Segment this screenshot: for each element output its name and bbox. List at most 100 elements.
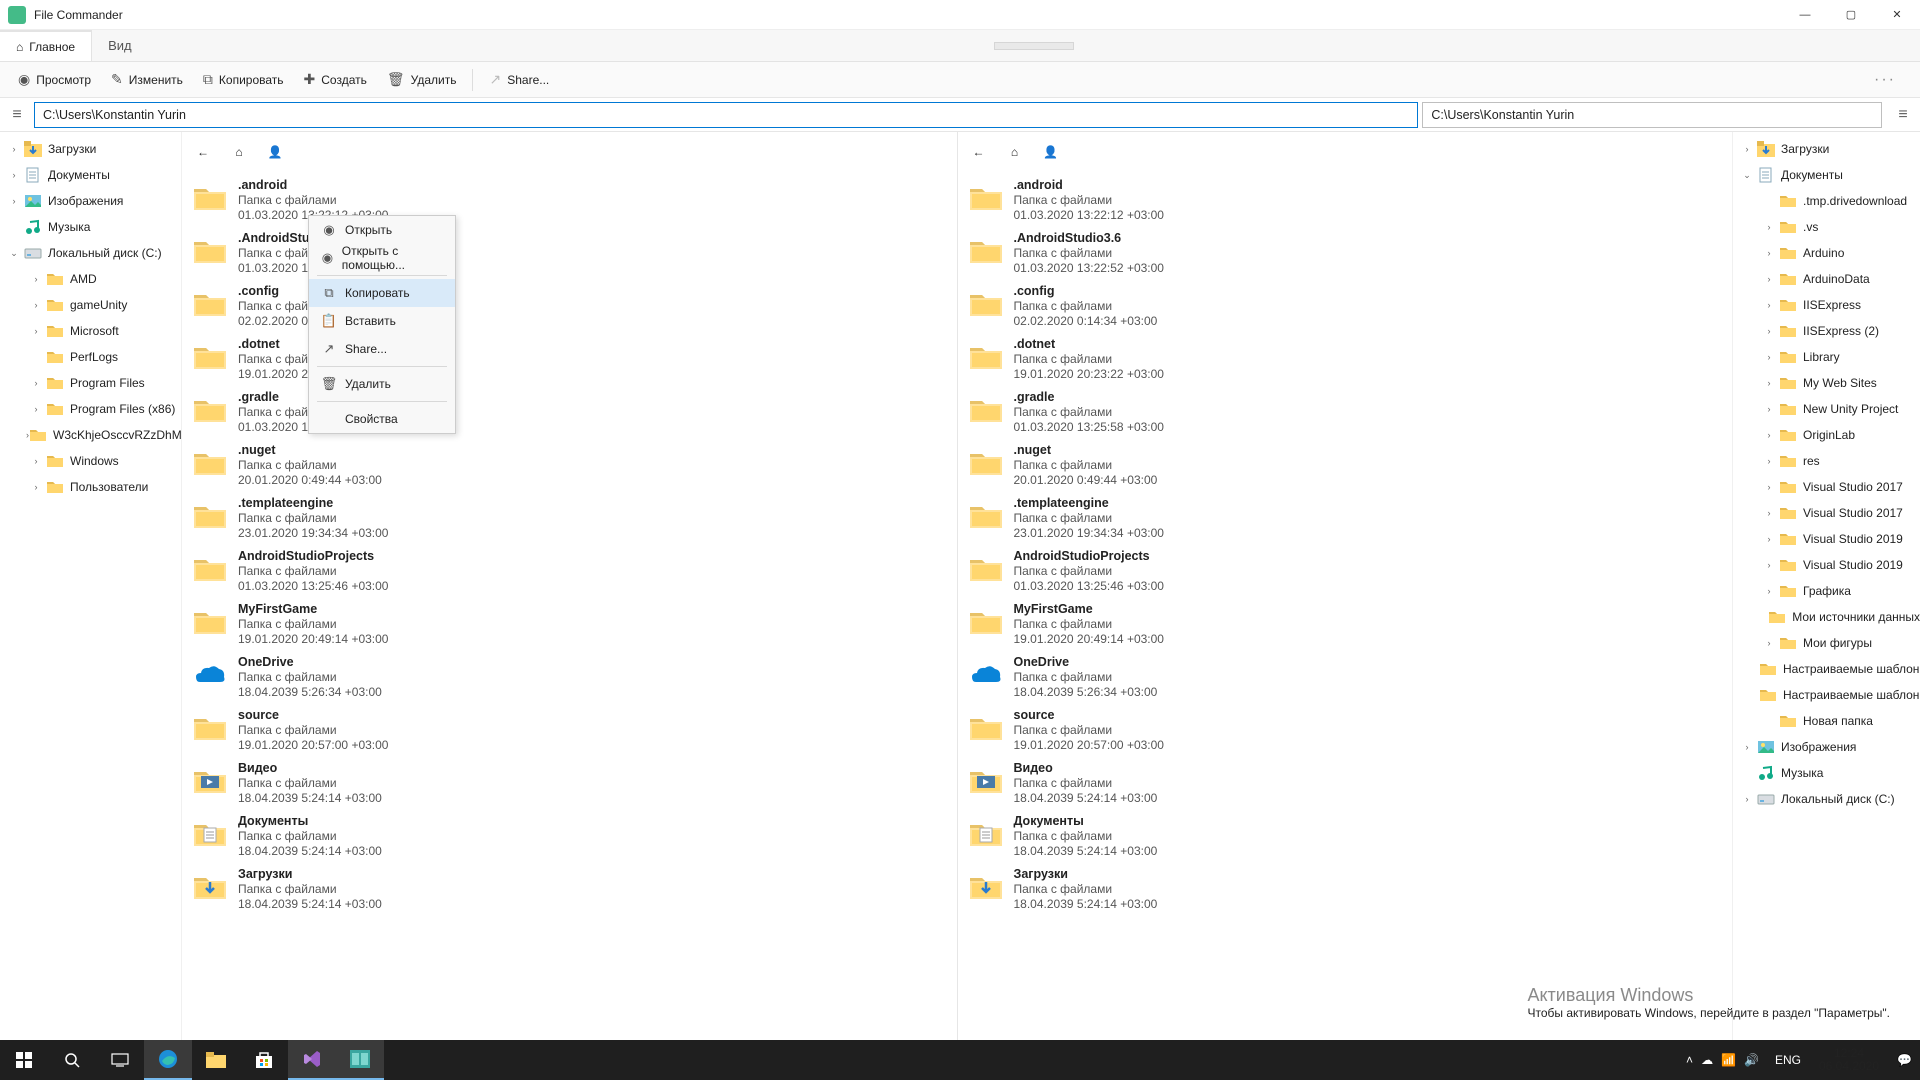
tray-clock[interactable]: 12:2406.04.2020 — [1809, 1047, 1889, 1073]
chevron-icon[interactable]: › — [1737, 794, 1757, 804]
tree-item[interactable]: Музыка — [0, 214, 181, 240]
chevron-icon[interactable]: › — [1759, 274, 1779, 284]
tree-item[interactable]: ›Изображения — [1733, 734, 1920, 760]
user-button[interactable]: 👤 — [1040, 145, 1062, 159]
chevron-icon[interactable]: › — [26, 274, 46, 284]
tree-item[interactable]: PerfLogs — [0, 344, 181, 370]
ctx-copy[interactable]: ⧉Копировать — [309, 279, 455, 307]
file-row[interactable]: AndroidStudioProjectsПапка с файлами01.0… — [188, 545, 951, 598]
tree-item[interactable]: ›Загрузки — [1733, 136, 1920, 162]
chevron-icon[interactable]: › — [1759, 482, 1779, 492]
file-row[interactable]: sourceПапка с файлами19.01.2020 20:57:00… — [188, 704, 951, 757]
file-row[interactable]: ДокументыПапка с файлами18.04.2039 5:24:… — [188, 810, 951, 863]
ctx-open[interactable]: ◉Открыть — [309, 216, 455, 244]
ctx-properties[interactable]: Свойства — [309, 405, 455, 433]
visualstudio-taskbar-icon[interactable] — [288, 1040, 336, 1080]
chevron-icon[interactable]: › — [1737, 144, 1757, 154]
tree-item[interactable]: Настраиваемые шаблоны — [1733, 682, 1920, 708]
ctx-open-with[interactable]: ◉Открыть с помощью... — [309, 244, 455, 272]
right-menu-button[interactable]: ≡ — [1886, 106, 1920, 124]
chevron-icon[interactable]: › — [1759, 560, 1779, 570]
back-button[interactable]: ← — [968, 145, 990, 159]
chevron-icon[interactable]: › — [1759, 378, 1779, 388]
home-button[interactable]: ⌂ — [1004, 145, 1026, 159]
explorer-taskbar-icon[interactable] — [192, 1040, 240, 1080]
file-row[interactable]: sourceПапка с файлами19.01.2020 20:57:00… — [964, 704, 1727, 757]
tree-item[interactable]: ›Пользователи — [0, 474, 181, 500]
tree-item[interactable]: ›OriginLab — [1733, 422, 1920, 448]
file-row[interactable]: ЗагрузкиПапка с файлами18.04.2039 5:24:1… — [188, 863, 951, 916]
chevron-icon[interactable]: › — [26, 378, 46, 388]
ctx-paste[interactable]: 📋Вставить — [309, 307, 455, 335]
tray-wifi-icon[interactable]: 📶 — [1721, 1053, 1736, 1067]
file-row[interactable]: .dotnetПапка с файлами19.01.2020 20:23:2… — [188, 333, 951, 386]
tab-home[interactable]: ⌂Главное — [0, 30, 92, 61]
file-row[interactable]: .gradleПапка с файлами01.03.2020 13:25:5… — [188, 386, 951, 439]
grip-handle[interactable] — [994, 42, 1074, 50]
tree-item[interactable]: ›Графика — [1733, 578, 1920, 604]
right-address-input[interactable]: C:\Users\Konstantin Yurin — [1422, 102, 1882, 128]
tray-onedrive-icon[interactable]: ☁ — [1701, 1053, 1713, 1067]
file-row[interactable]: ДокументыПапка с файлами18.04.2039 5:24:… — [964, 810, 1727, 863]
tree-item[interactable]: ›My Web Sites — [1733, 370, 1920, 396]
tree-item[interactable]: ›Локальный диск (C:) — [1733, 786, 1920, 812]
chevron-icon[interactable]: › — [1759, 508, 1779, 518]
create-button[interactable]: ✚Создать — [294, 66, 377, 94]
tab-view[interactable]: Вид — [92, 30, 148, 61]
tree-item[interactable]: ›Program Files (x86) — [0, 396, 181, 422]
file-row[interactable]: .templateengineПапка с файлами23.01.2020… — [188, 492, 951, 545]
file-row[interactable]: .configПапка с файлами02.02.2020 0:14:34… — [188, 280, 951, 333]
file-row[interactable]: MyFirstGameПапка с файлами19.01.2020 20:… — [964, 598, 1727, 651]
file-row[interactable]: OneDriveПапка с файлами18.04.2039 5:26:3… — [964, 651, 1727, 704]
chevron-icon[interactable]: › — [1759, 404, 1779, 414]
search-button[interactable] — [48, 1040, 96, 1080]
home-button[interactable]: ⌂ — [228, 145, 250, 159]
file-row[interactable]: OneDriveПапка с файлами18.04.2039 5:26:3… — [188, 651, 951, 704]
tree-item[interactable]: ›Library — [1733, 344, 1920, 370]
tree-item[interactable]: ›Документы — [0, 162, 181, 188]
tree-item[interactable]: ›gameUnity — [0, 292, 181, 318]
chevron-icon[interactable]: › — [4, 196, 24, 206]
tree-item[interactable]: ›Visual Studio 2019 — [1733, 552, 1920, 578]
chevron-icon[interactable]: › — [1737, 742, 1757, 752]
maximize-button[interactable]: ▢ — [1828, 0, 1874, 30]
file-row[interactable]: .androidПапка с файлами01.03.2020 13:22:… — [188, 174, 951, 227]
back-button[interactable]: ← — [192, 145, 214, 159]
file-row[interactable]: .nugetПапка с файлами20.01.2020 0:49:44 … — [188, 439, 951, 492]
start-button[interactable] — [0, 1040, 48, 1080]
file-row[interactable]: .AndroidStudio3.6Папка с файлами01.03.20… — [964, 227, 1727, 280]
filecommander-taskbar-icon[interactable] — [336, 1040, 384, 1080]
left-address-input[interactable]: C:\Users\Konstantin Yurin — [34, 102, 1418, 128]
chevron-icon[interactable]: › — [1759, 300, 1779, 310]
edge-taskbar-icon[interactable] — [144, 1040, 192, 1080]
tray-language[interactable]: ENG — [1767, 1053, 1809, 1067]
chevron-icon[interactable]: › — [4, 170, 24, 180]
store-taskbar-icon[interactable] — [240, 1040, 288, 1080]
chevron-icon[interactable]: › — [4, 144, 24, 154]
user-button[interactable]: 👤 — [264, 145, 286, 159]
edit-button[interactable]: ✎Изменить — [101, 66, 193, 94]
tree-item[interactable]: ›res — [1733, 448, 1920, 474]
file-row[interactable]: .dotnetПапка с файлами19.01.2020 20:23:2… — [964, 333, 1727, 386]
minimize-button[interactable]: — — [1782, 0, 1828, 30]
tree-item[interactable]: ›Изображения — [0, 188, 181, 214]
chevron-icon[interactable]: › — [1759, 534, 1779, 544]
tree-item[interactable]: Музыка — [1733, 760, 1920, 786]
ctx-share[interactable]: ↗Share... — [309, 335, 455, 363]
delete-button[interactable]: 🗑Удалить — [377, 66, 467, 94]
left-menu-button[interactable]: ≡ — [0, 106, 34, 124]
chevron-icon[interactable]: › — [1759, 456, 1779, 466]
file-row[interactable]: AndroidStudioProjectsПапка с файлами01.0… — [964, 545, 1727, 598]
chevron-icon[interactable]: › — [1759, 222, 1779, 232]
tree-item[interactable]: ›Program Files — [0, 370, 181, 396]
chevron-icon[interactable]: › — [1759, 586, 1779, 596]
more-button[interactable]: ··· — [1858, 71, 1912, 89]
file-row[interactable]: .nugetПапка с файлами20.01.2020 0:49:44 … — [964, 439, 1727, 492]
tree-item[interactable]: Мои источники данных — [1733, 604, 1920, 630]
chevron-icon[interactable]: › — [1759, 430, 1779, 440]
tree-item[interactable]: ⌄Документы — [1733, 162, 1920, 188]
taskview-button[interactable] — [96, 1040, 144, 1080]
chevron-icon[interactable]: › — [26, 326, 46, 336]
chevron-icon[interactable]: ⌄ — [4, 248, 24, 259]
file-row[interactable]: .androidПапка с файлами01.03.2020 13:22:… — [964, 174, 1727, 227]
